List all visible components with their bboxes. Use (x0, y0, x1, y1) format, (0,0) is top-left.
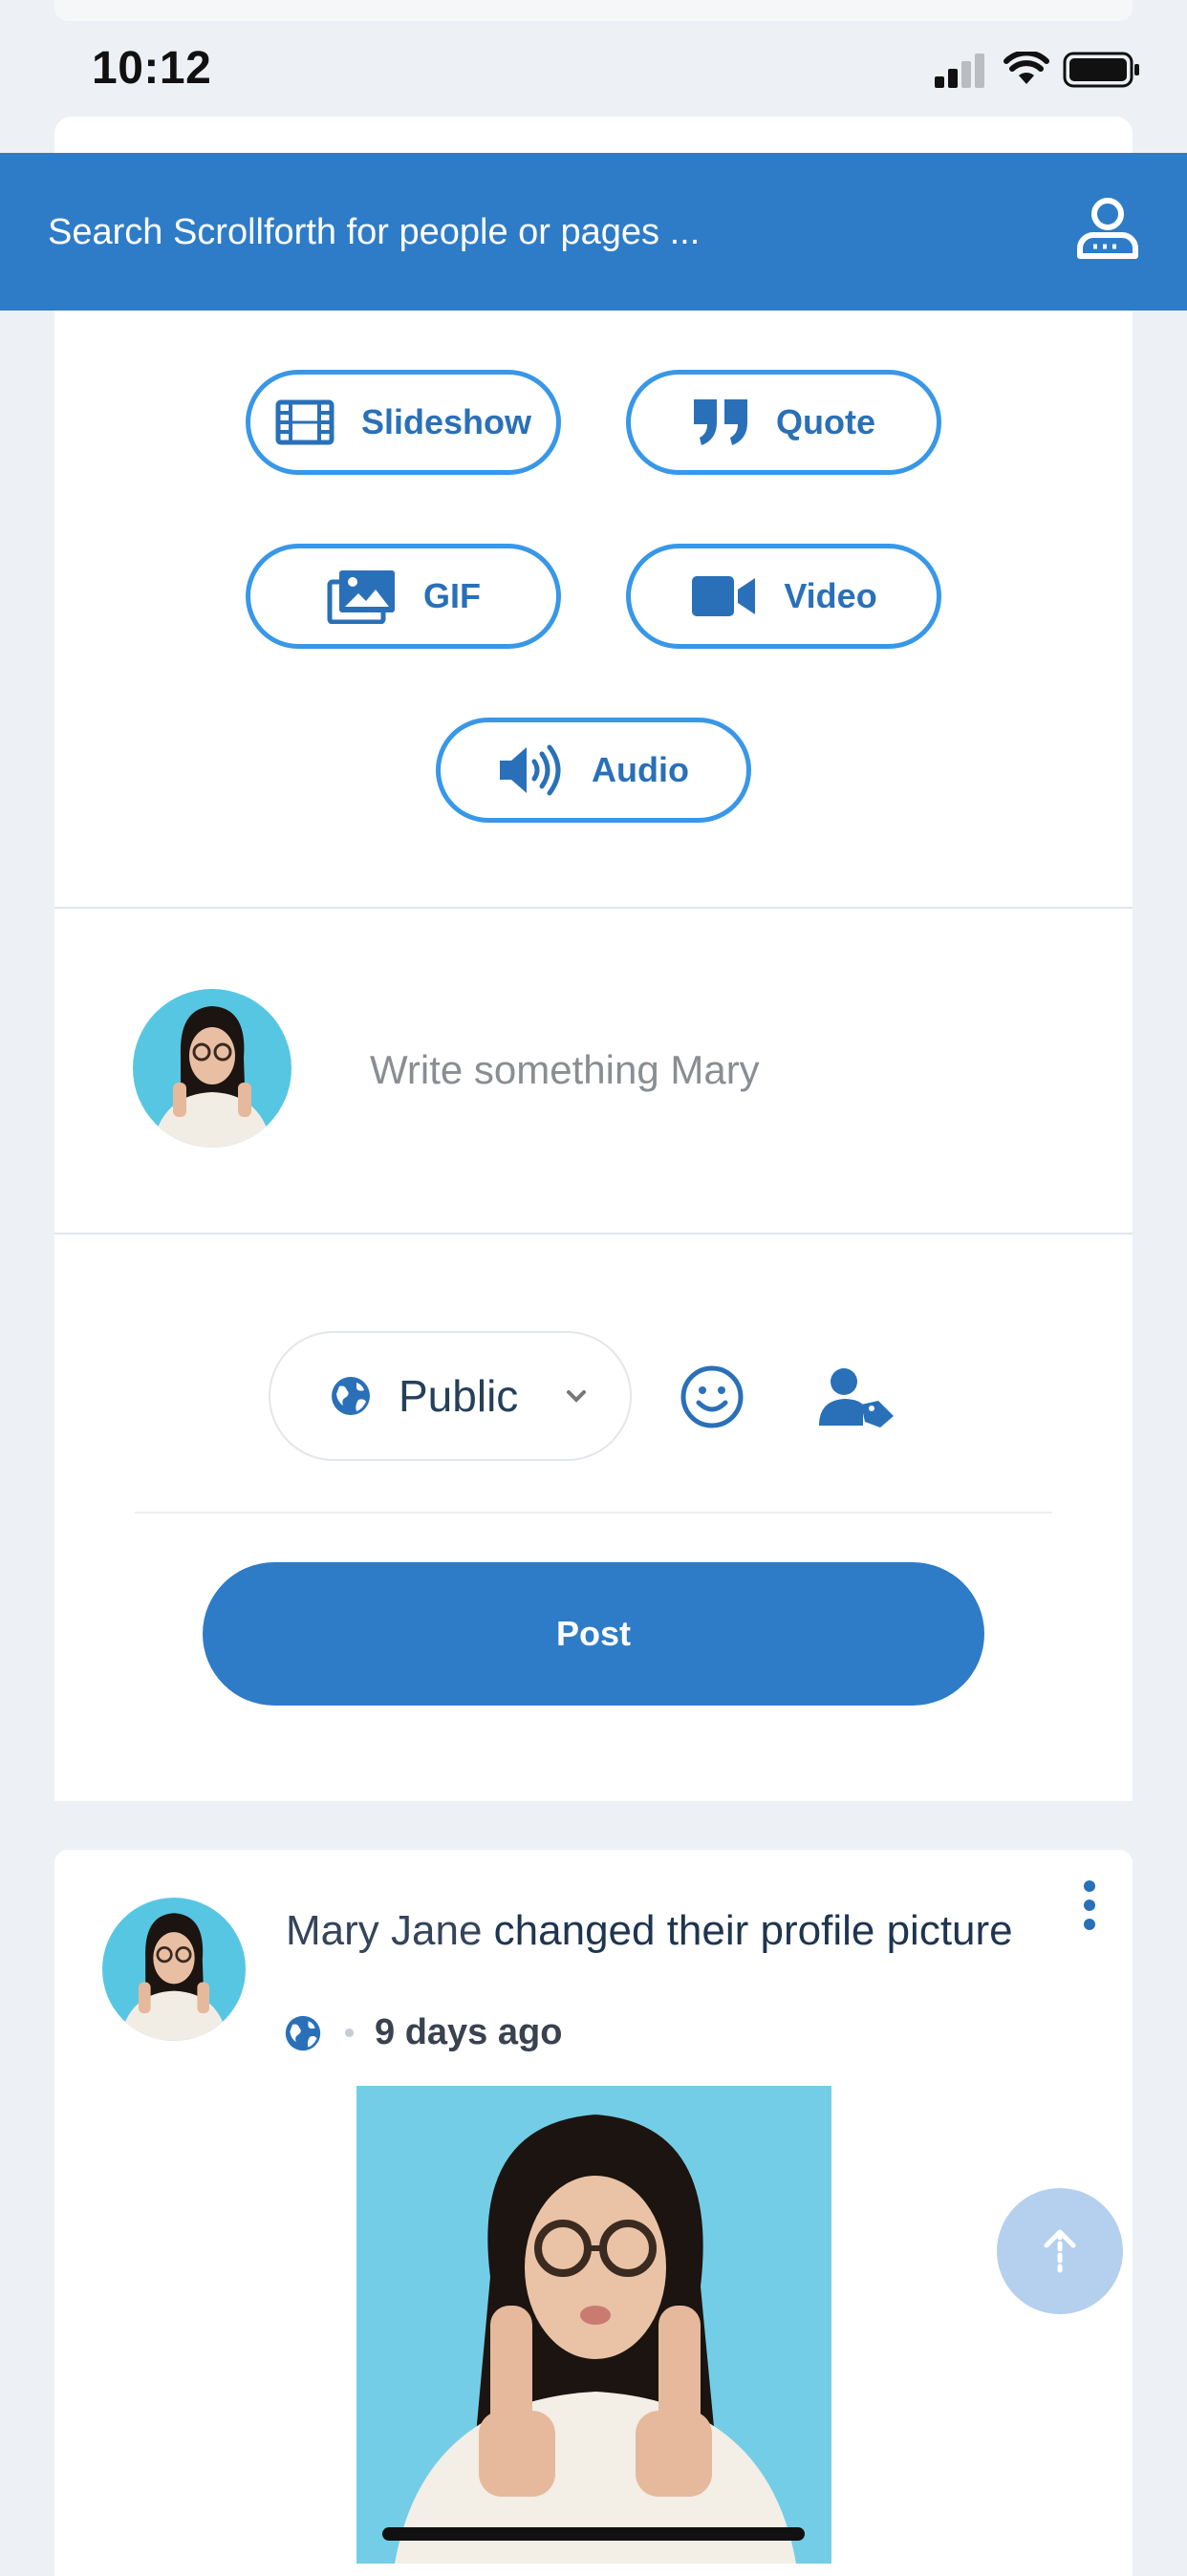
feed-post-card: Mary Jane changed their profile picture … (54, 1850, 1133, 2576)
avatar-photo (102, 1898, 246, 2041)
slideshow-label: Slideshow (360, 402, 532, 441)
divider (54, 1233, 1133, 1234)
smiley-icon[interactable] (680, 1364, 745, 1429)
status-time: 10:12 (92, 43, 212, 94)
slideshow-button[interactable]: Slideshow (246, 370, 561, 475)
video-button[interactable]: Video (626, 544, 941, 649)
video-camera-icon (692, 576, 756, 616)
post-author-avatar[interactable] (102, 1898, 246, 2041)
post-meta: 9 days ago (284, 2012, 562, 2053)
user-profile-icon[interactable] (1072, 193, 1143, 264)
avatar-photo (133, 989, 291, 1148)
write-post-input[interactable]: Write something Mary (370, 1041, 1039, 1099)
post-composer-card: Slideshow Quote GIF Video Audio Write so… (54, 311, 1133, 1801)
wifi-icon (1004, 52, 1049, 84)
chevron-down-icon (567, 1390, 587, 1403)
audio-label: Audio (592, 750, 689, 789)
divider (135, 1512, 1052, 1513)
tag-user-icon[interactable] (819, 1366, 896, 1428)
globe-icon (285, 2015, 321, 2050)
search-header (0, 153, 1187, 311)
quote-label: Quote (776, 402, 875, 441)
post-timestamp[interactable]: 9 days ago (375, 2012, 562, 2053)
video-label: Video (784, 576, 877, 615)
post-header: Mary Jane changed their profile picture (286, 1907, 1013, 1955)
search-input[interactable] (48, 201, 908, 264)
film-icon (275, 399, 335, 445)
arrow-up-icon (1044, 2229, 1076, 2273)
home-indicator[interactable] (382, 2527, 805, 2541)
gif-label: GIF (423, 576, 481, 615)
privacy-select[interactable]: Public (269, 1331, 632, 1461)
post-author-name[interactable]: Mary Jane (286, 1907, 482, 1954)
post-action-text: changed their profile picture (493, 1907, 1013, 1954)
quote-button[interactable]: Quote (626, 370, 941, 475)
status-bar: 10:12 (0, 0, 1187, 174)
battery-icon (1063, 52, 1139, 88)
privacy-value: Public (399, 1371, 519, 1421)
divider (54, 907, 1133, 909)
post-image[interactable] (356, 2086, 831, 2564)
quote-icon (694, 399, 747, 445)
more-options-icon[interactable] (1075, 1877, 1104, 1934)
post-button[interactable]: Post (203, 1562, 984, 1706)
profile-photo (356, 2086, 831, 2564)
avatar (133, 989, 291, 1148)
audio-button[interactable]: Audio (436, 718, 751, 823)
volume-icon (500, 744, 561, 796)
scroll-to-top-button[interactable] (997, 2188, 1123, 2314)
images-icon (327, 570, 395, 624)
gif-button[interactable]: GIF (246, 544, 561, 649)
globe-icon (332, 1377, 370, 1415)
background-sliver (54, 0, 1133, 21)
signal-icon (935, 54, 984, 88)
separator-dot (345, 2029, 354, 2037)
